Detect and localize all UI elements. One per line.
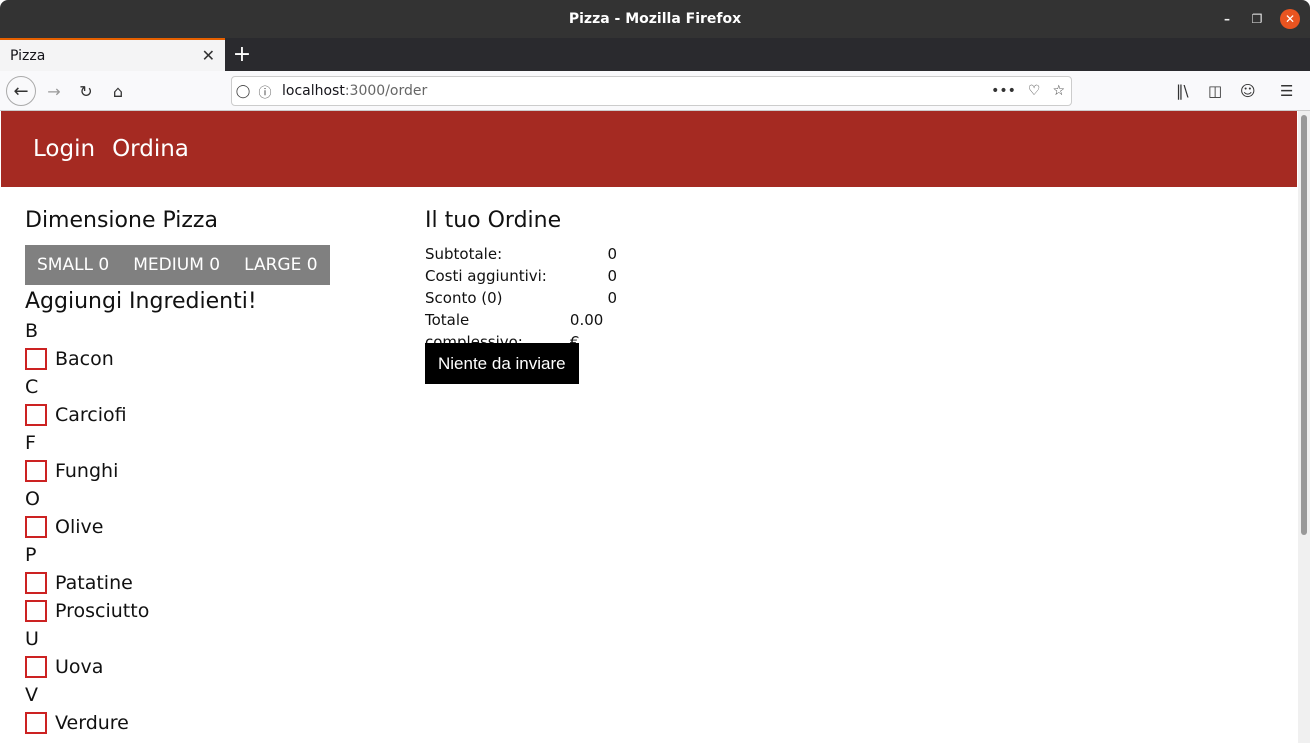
ingredient-label: Funghi bbox=[55, 460, 119, 482]
back-icon[interactable]: ← bbox=[6, 76, 36, 106]
nav-login-link[interactable]: Login bbox=[33, 136, 95, 162]
ingredient-item[interactable]: Uova bbox=[25, 653, 385, 681]
nav-order-link[interactable]: Ordina bbox=[112, 136, 189, 162]
summary-row-total: Totale complessivo: 0.00 € bbox=[425, 309, 617, 351]
restore-icon[interactable]: ❐ bbox=[1246, 0, 1268, 38]
summary-label: Costi aggiuntivi: bbox=[425, 267, 547, 285]
summary-row-extra-costs: Costi aggiuntivi: 0 bbox=[425, 265, 617, 287]
page-actions-icon[interactable]: ••• bbox=[991, 83, 1016, 99]
size-large-button[interactable]: LARGE 0 bbox=[244, 255, 317, 275]
ingredient-group-o: O Olive bbox=[25, 485, 385, 541]
summary-label: Sconto (0) bbox=[425, 289, 503, 307]
forward-icon[interactable]: → bbox=[40, 77, 68, 105]
ingredient-group-p: P Patatine Prosciutto bbox=[25, 541, 385, 625]
summary-label: Totale complessivo: bbox=[425, 311, 523, 351]
ingredient-item[interactable]: Verdure bbox=[25, 709, 385, 737]
order-heading: Il tuo Ordine bbox=[425, 208, 562, 233]
url-host: localhost bbox=[282, 83, 345, 99]
ingredients-heading: Aggiungi Ingredienti! bbox=[25, 289, 257, 314]
ingredient-group-c: C Carciofi bbox=[25, 373, 385, 429]
window-title: Pizza - Mozilla Firefox bbox=[568, 11, 742, 27]
ingredient-label: Carciofi bbox=[55, 404, 127, 426]
checkbox[interactable] bbox=[25, 404, 47, 426]
tab-pizza[interactable]: Pizza ✕ bbox=[0, 38, 225, 71]
group-letter: P bbox=[25, 544, 37, 566]
size-selector: SMALL 0 MEDIUM 0 LARGE 0 bbox=[25, 245, 330, 285]
info-icon[interactable]: ⓘ bbox=[254, 82, 276, 101]
bookmark-star-icon[interactable]: ☆ bbox=[1052, 83, 1065, 99]
page-scrollbar[interactable] bbox=[1298, 111, 1310, 743]
summary-value: 0 bbox=[607, 267, 617, 285]
pocket-icon[interactable]: ♡ bbox=[1028, 83, 1041, 99]
ingredient-label: Prosciutto bbox=[55, 600, 150, 622]
group-letter: U bbox=[25, 628, 39, 650]
ingredient-item[interactable]: Bacon bbox=[25, 345, 385, 373]
ingredient-label: Olive bbox=[55, 516, 104, 538]
order-builder: Dimensione Pizza SMALL 0 MEDIUM 0 LARGE … bbox=[25, 206, 385, 737]
ingredient-label: Bacon bbox=[55, 348, 114, 370]
ingredient-group-v: V Verdure bbox=[25, 681, 385, 737]
checkbox[interactable] bbox=[25, 516, 47, 538]
size-heading: Dimensione Pizza bbox=[25, 208, 218, 233]
size-medium-button[interactable]: MEDIUM 0 bbox=[133, 255, 220, 275]
group-letter: C bbox=[25, 376, 39, 398]
submit-order-button[interactable]: Niente da inviare bbox=[425, 343, 579, 384]
tab-strip: Pizza ✕ + bbox=[0, 38, 1310, 71]
page-viewport: Login Ordina Dimensione Pizza SMALL 0 ME… bbox=[0, 111, 1310, 743]
checkbox[interactable] bbox=[25, 600, 47, 622]
summary-value: 0 bbox=[607, 289, 617, 307]
group-letter: B bbox=[25, 320, 39, 342]
summary-row-subtotal: Subtotale: 0 bbox=[425, 243, 617, 265]
account-icon[interactable]: ☺ bbox=[1240, 71, 1256, 111]
summary-value: 0 bbox=[607, 245, 617, 263]
checkbox[interactable] bbox=[25, 712, 47, 734]
new-tab-icon[interactable]: + bbox=[230, 38, 254, 71]
group-letter: V bbox=[25, 684, 38, 706]
ingredient-item[interactable]: Prosciutto bbox=[25, 597, 385, 625]
close-tab-icon[interactable]: ✕ bbox=[202, 46, 215, 65]
sidebar-icon[interactable]: ◫ bbox=[1208, 71, 1222, 111]
ingredient-label: Verdure bbox=[55, 712, 129, 734]
size-small-button[interactable]: SMALL 0 bbox=[37, 255, 109, 275]
library-icon[interactable]: ‖\ bbox=[1176, 71, 1189, 111]
ingredient-item[interactable]: Funghi bbox=[25, 457, 385, 485]
order-summary: Subtotale: 0 Costi aggiuntivi: 0 Sconto (0… bbox=[425, 243, 617, 351]
ingredient-group-u: U Uova bbox=[25, 625, 385, 681]
checkbox[interactable] bbox=[25, 348, 47, 370]
url-path: :3000/order bbox=[344, 83, 428, 99]
ingredient-item[interactable]: Patatine bbox=[25, 569, 385, 597]
summary-row-discount: Sconto (0) 0 bbox=[425, 287, 617, 309]
reload-icon[interactable]: ↻ bbox=[72, 77, 100, 105]
menu-icon[interactable]: ☰ bbox=[1280, 71, 1293, 111]
checkbox[interactable] bbox=[25, 460, 47, 482]
ingredient-label: Uova bbox=[55, 656, 104, 678]
ingredient-label: Patatine bbox=[55, 572, 133, 594]
group-letter: F bbox=[25, 432, 36, 454]
checkbox[interactable] bbox=[25, 656, 47, 678]
order-summary-panel: Il tuo Ordine Subtotale: 0 Costi aggiunti… bbox=[425, 206, 825, 384]
summary-value: 0.00 € bbox=[569, 311, 604, 351]
ingredient-item[interactable]: Carciofi bbox=[25, 401, 385, 429]
navigation-toolbar: ← → ↻ ⌂ ◯ ⓘ localhost:3000/order ••• ♡ ☆… bbox=[0, 71, 1310, 111]
ingredient-item[interactable]: Olive bbox=[25, 513, 385, 541]
checkbox[interactable] bbox=[25, 572, 47, 594]
window-titlebar: Pizza - Mozilla Firefox – ❐ ✕ bbox=[0, 0, 1310, 38]
summary-label: Subtotale: bbox=[425, 245, 503, 263]
home-icon[interactable]: ⌂ bbox=[104, 77, 132, 105]
scrollbar-thumb[interactable] bbox=[1301, 115, 1307, 535]
close-window-icon[interactable]: ✕ bbox=[1280, 9, 1300, 29]
url-bar[interactable]: ◯ ⓘ localhost:3000/order ••• ♡ ☆ bbox=[231, 76, 1072, 106]
ingredient-group-f: F Funghi bbox=[25, 429, 385, 485]
group-letter: O bbox=[25, 488, 40, 510]
ingredient-group-b: B Bacon bbox=[25, 317, 385, 373]
shield-icon[interactable]: ◯ bbox=[232, 84, 254, 99]
site-header: Login Ordina bbox=[1, 111, 1297, 187]
minimize-icon[interactable]: – bbox=[1216, 0, 1238, 38]
tab-label: Pizza bbox=[10, 47, 46, 64]
